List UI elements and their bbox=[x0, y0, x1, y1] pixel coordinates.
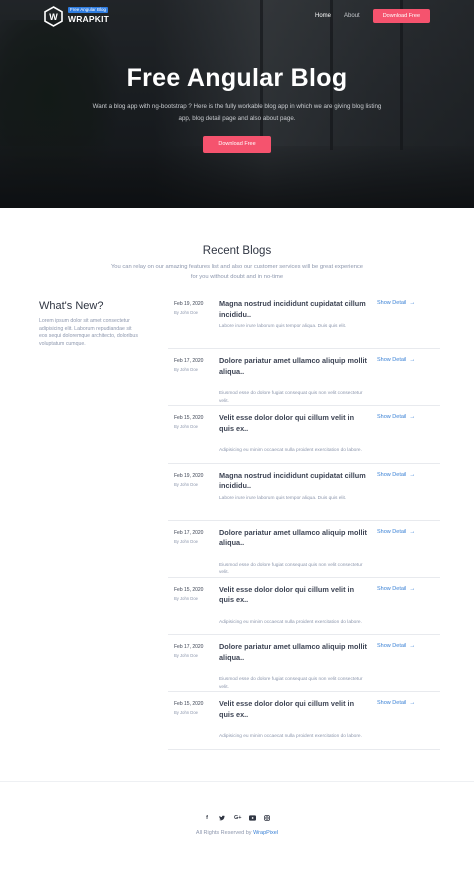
show-detail-label: Show Detail bbox=[377, 300, 407, 306]
show-detail-link[interactable]: Show Detail → bbox=[377, 700, 415, 706]
blog-title[interactable]: Magna nostrud incididunt cupidatat cillu… bbox=[219, 299, 369, 320]
blog-excerpt: Labore irure irure laborum quis tempor a… bbox=[219, 495, 347, 501]
svg-text:W: W bbox=[49, 12, 58, 22]
instagram-icon[interactable] bbox=[264, 815, 270, 822]
blog-title[interactable]: Dolore pariatur amet ullamco aliquip mol… bbox=[219, 528, 369, 549]
blog-title[interactable]: Dolore pariatur amet ullamco aliquip mol… bbox=[219, 642, 369, 663]
blog-excerpt: Adipisicing eu minim occaecat nulla proi… bbox=[219, 619, 362, 625]
show-detail-link[interactable]: Show Detail → bbox=[377, 472, 415, 478]
blog-list-item: Feb 17, 2020 By John Doe Dolore pariatur… bbox=[168, 635, 440, 693]
logo-badge: Free Angular Blog bbox=[68, 6, 109, 13]
logo[interactable]: W Free Angular Blog WRAPKIT bbox=[44, 6, 110, 27]
show-detail-label: Show Detail bbox=[377, 471, 407, 478]
blog-date: Feb 15, 2020 bbox=[174, 701, 204, 708]
whats-new-title: What's New? bbox=[39, 300, 104, 312]
copyright-brand-link[interactable]: WrapPixel bbox=[253, 830, 278, 836]
whats-new-text: Lorem ipsum dolor sit amet consectetur a… bbox=[39, 318, 138, 347]
blog-author: By John Doe bbox=[174, 710, 198, 716]
blog-author: By John Doe bbox=[174, 595, 198, 601]
blog-excerpt: Labore irure irure laborum quis tempor a… bbox=[219, 324, 347, 329]
arrow-right-icon: → bbox=[409, 357, 416, 364]
blog-excerpt: Eiusmod esse do dolore fugiat consequat … bbox=[219, 562, 363, 576]
blog-title[interactable]: Velit esse dolor dolor qui cillum velit … bbox=[219, 585, 369, 606]
copyright: All Rights Reserved by WrapPixel bbox=[0, 830, 474, 836]
show-detail-link[interactable]: Show Detail → bbox=[377, 300, 415, 306]
blog-title[interactable]: Magna nostrud incididunt cupidatat cillu… bbox=[219, 471, 369, 492]
show-detail-label: Show Detail bbox=[377, 357, 407, 364]
show-detail-label: Show Detail bbox=[377, 700, 407, 707]
hero-banner: W Free Angular Blog WRAPKIT Home About D… bbox=[0, 0, 474, 208]
blog-list: Feb 19, 2020 By John Doe Magna nostrud i… bbox=[168, 292, 440, 750]
blog-author: By John Doe bbox=[174, 481, 198, 487]
twitter-icon[interactable] bbox=[219, 815, 225, 822]
nav-home-link[interactable]: Home bbox=[315, 9, 331, 23]
nav-about-link[interactable]: About bbox=[344, 9, 360, 23]
blog-author: By John Doe bbox=[174, 367, 198, 373]
footer-divider bbox=[0, 781, 474, 782]
hero-subtitle: Want a blog app with ng-bootstrap ? Here… bbox=[92, 103, 382, 122]
youtube-icon[interactable] bbox=[249, 815, 256, 822]
show-detail-link[interactable]: Show Detail → bbox=[377, 586, 415, 592]
arrow-right-icon: → bbox=[409, 414, 416, 421]
section-subtitle: You can relay on our amazing features li… bbox=[110, 264, 364, 280]
navbar: W Free Angular Blog WRAPKIT Home About D… bbox=[0, 0, 474, 34]
show-detail-link[interactable]: Show Detail → bbox=[377, 529, 415, 535]
blog-date: Feb 17, 2020 bbox=[174, 358, 204, 365]
arrow-right-icon: → bbox=[409, 585, 416, 592]
blog-date: Feb 17, 2020 bbox=[174, 529, 204, 536]
blog-title[interactable]: Dolore pariatur amet ullamco aliquip mol… bbox=[219, 356, 369, 377]
blog-list-item: Feb 15, 2020 By John Doe Velit esse dolo… bbox=[168, 692, 440, 750]
show-detail-label: Show Detail bbox=[377, 585, 407, 592]
copyright-text: All Rights Reserved by bbox=[195, 830, 252, 836]
show-detail-label: Show Detail bbox=[377, 643, 407, 650]
hero-download-button[interactable]: Download Free bbox=[203, 136, 271, 153]
blog-list-item: Feb 17, 2020 By John Doe Dolore pariatur… bbox=[168, 349, 440, 407]
blog-date: Feb 19, 2020 bbox=[174, 472, 204, 479]
show-detail-link[interactable]: Show Detail → bbox=[377, 643, 415, 649]
blog-author: By John Doe bbox=[174, 424, 198, 430]
arrow-right-icon: → bbox=[409, 528, 416, 535]
blog-author: By John Doe bbox=[174, 310, 198, 315]
social-links: f G+ bbox=[0, 815, 474, 822]
blog-excerpt: Adipisicing eu minim occaecat nulla proi… bbox=[219, 734, 362, 740]
hero-title: Free Angular Blog bbox=[126, 64, 348, 92]
blog-list-item: Feb 15, 2020 By John Doe Velit esse dolo… bbox=[168, 406, 440, 464]
blog-date: Feb 15, 2020 bbox=[174, 415, 204, 422]
facebook-icon[interactable]: f bbox=[204, 815, 210, 822]
arrow-right-icon: → bbox=[409, 700, 416, 707]
blog-excerpt: Eiusmod esse do dolore fugiat consequat … bbox=[219, 391, 363, 404]
blog-date: Feb 19, 2020 bbox=[174, 301, 204, 307]
whats-new-panel: What's New? Lorem ipsum dolor sit amet c… bbox=[39, 300, 139, 348]
blog-list-item: Feb 15, 2020 By John Doe Velit esse dolo… bbox=[168, 578, 440, 636]
blog-title[interactable]: Velit esse dolor dolor qui cillum velit … bbox=[219, 413, 369, 434]
logo-hexagon-icon: W bbox=[44, 6, 63, 27]
blog-list-item: Feb 19, 2020 By John Doe Magna nostrud i… bbox=[168, 292, 440, 350]
blog-author: By John Doe bbox=[174, 538, 198, 544]
blog-date: Feb 17, 2020 bbox=[174, 644, 204, 651]
show-detail-link[interactable]: Show Detail → bbox=[377, 414, 415, 420]
show-detail-link[interactable]: Show Detail → bbox=[377, 357, 415, 363]
arrow-right-icon: → bbox=[409, 643, 416, 650]
blog-list-item: Feb 17, 2020 By John Doe Dolore pariatur… bbox=[168, 521, 440, 578]
arrow-right-icon: → bbox=[409, 300, 416, 306]
blog-date: Feb 15, 2020 bbox=[174, 586, 204, 593]
blog-title[interactable]: Velit esse dolor dolor qui cillum velit … bbox=[219, 699, 369, 720]
logo-name: WRAPKIT bbox=[68, 13, 110, 24]
blog-excerpt: Eiusmod esse do dolore fugiat consequat … bbox=[219, 677, 363, 690]
show-detail-label: Show Detail bbox=[377, 414, 407, 421]
section-title: Recent Blogs bbox=[202, 245, 272, 257]
show-detail-label: Show Detail bbox=[377, 528, 407, 535]
google-plus-icon[interactable]: G+ bbox=[234, 815, 242, 822]
arrow-right-icon: → bbox=[409, 471, 416, 478]
blog-excerpt: Adipisicing eu minim occaecat nulla proi… bbox=[219, 448, 362, 454]
nav-download-button[interactable]: Download Free bbox=[372, 9, 430, 23]
nav-links: Home About Download Free bbox=[315, 9, 430, 23]
blog-author: By John Doe bbox=[174, 653, 198, 659]
blog-list-item: Feb 19, 2020 By John Doe Magna nostrud i… bbox=[168, 464, 440, 521]
